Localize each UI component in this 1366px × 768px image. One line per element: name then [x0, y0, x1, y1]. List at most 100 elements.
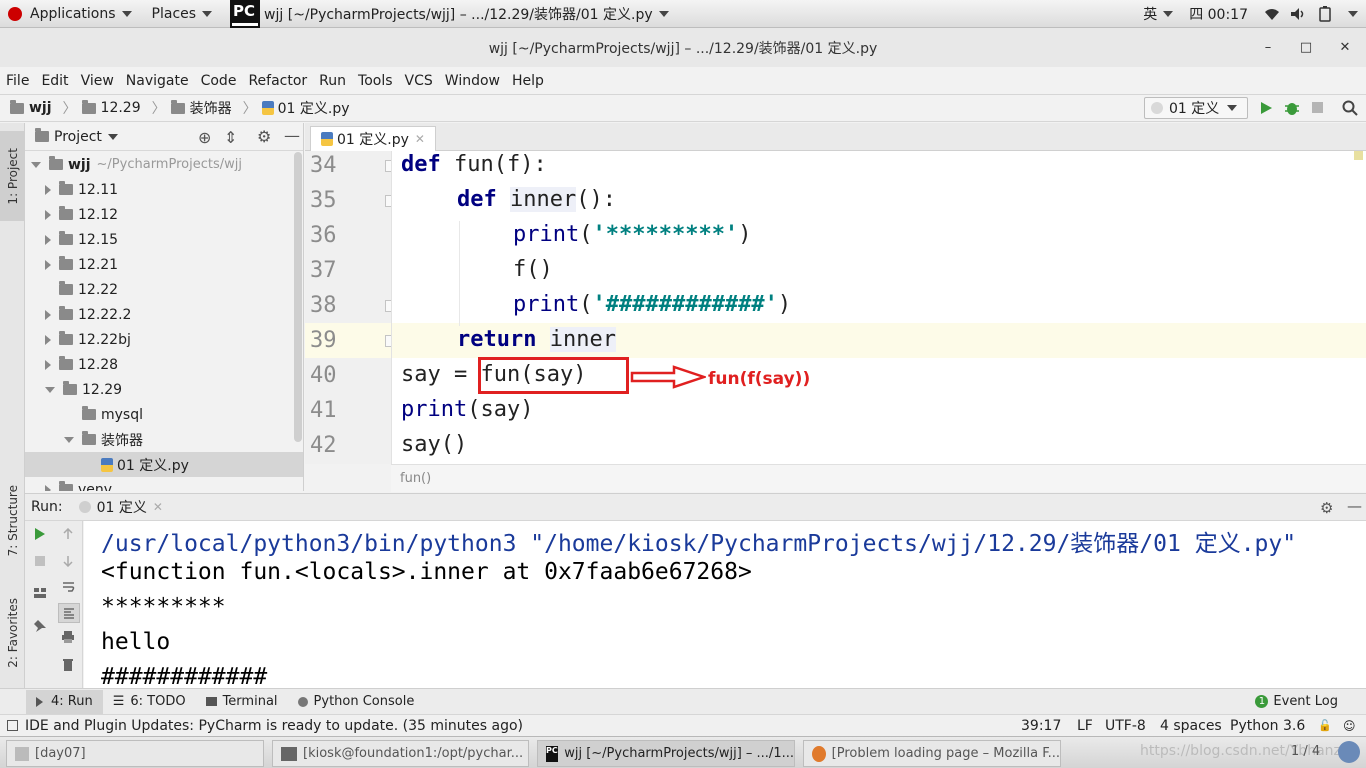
code-breadcrumb[interactable]: fun(): [391, 464, 1366, 492]
menu-window[interactable]: Window: [439, 73, 506, 89]
breadcrumb-folder[interactable]: 12.29: [81, 99, 141, 116]
pin-icon[interactable]: [33, 619, 47, 633]
tree-item[interactable]: 12.15: [45, 227, 118, 252]
close-tab-icon[interactable]: ✕: [415, 132, 425, 146]
menu-navigate[interactable]: Navigate: [120, 73, 195, 89]
python-console-tool-label: Python Console: [313, 694, 415, 709]
tree-item[interactable]: 装饰器: [64, 427, 143, 452]
stop-icon[interactable]: [1311, 101, 1324, 114]
trash-icon[interactable]: [62, 657, 74, 671]
menu-tools[interactable]: Tools: [352, 73, 399, 89]
tree-item[interactable]: 12.22.2: [45, 302, 131, 327]
editor-tab[interactable]: 01 定义.py ✕: [310, 126, 436, 151]
collapse-icon[interactable]: ⇕: [224, 128, 237, 147]
event-log-tool-tab[interactable]: 1 Event Log: [1245, 690, 1348, 714]
terminal-tool-tab[interactable]: Terminal: [196, 690, 288, 714]
expand-arrow-icon: [64, 436, 74, 443]
menu-view[interactable]: View: [75, 73, 120, 89]
line-number: 38: [310, 293, 337, 318]
hide-icon[interactable]: —: [1347, 497, 1362, 515]
favorites-tool-tab[interactable]: 2: Favorites: [0, 583, 25, 683]
line-separator[interactable]: LF: [1077, 718, 1093, 734]
close-button[interactable]: ✕: [1332, 28, 1358, 67]
run-tool-tab[interactable]: 4: Run: [26, 689, 103, 714]
notification-icon[interactable]: [1338, 741, 1360, 763]
input-method[interactable]: 英: [1135, 0, 1181, 28]
scroll-to-end-button[interactable]: [58, 603, 80, 623]
down-arrow-icon[interactable]: [62, 555, 74, 567]
status-message[interactable]: IDE and Plugin Updates: PyCharm is ready…: [25, 718, 523, 734]
clock[interactable]: 四 00:17: [1181, 0, 1256, 28]
menu-help[interactable]: Help: [506, 73, 550, 89]
lock-icon[interactable]: 🔓: [1318, 719, 1332, 732]
tree-item-selected[interactable]: 01 定义.py: [25, 452, 303, 477]
hide-icon[interactable]: —: [284, 126, 300, 145]
tree-item[interactable]: 12.22: [59, 277, 118, 302]
menu-code[interactable]: Code: [195, 73, 243, 89]
tree-root[interactable]: wjj ~/PycharmProjects/wjj: [31, 152, 242, 177]
menu-vcs[interactable]: VCS: [399, 73, 439, 89]
tree-item[interactable]: venv: [45, 477, 112, 491]
tree-item[interactable]: 12.28: [45, 352, 118, 377]
project-view-select[interactable]: Project: [54, 129, 102, 145]
breadcrumb-project[interactable]: wjj: [10, 99, 52, 116]
menu-run[interactable]: Run: [313, 73, 352, 89]
code-editor[interactable]: def fun(f): def inner(): print('********…: [391, 151, 1366, 464]
run-configuration-select[interactable]: 01 定义: [1144, 97, 1248, 119]
project-scrollbar[interactable]: [294, 152, 302, 442]
run-icon[interactable]: [1259, 101, 1273, 115]
debug-icon[interactable]: [1284, 100, 1300, 116]
tree-item[interactable]: 12.11: [45, 177, 118, 202]
breadcrumb-subfolder[interactable]: 装饰器: [170, 98, 232, 118]
tree-item-label: 12.22: [78, 281, 119, 298]
menu-file[interactable]: File: [0, 73, 35, 89]
places-menu[interactable]: Places: [144, 0, 221, 28]
code-line: print('*********'): [513, 222, 751, 247]
print-icon[interactable]: [61, 631, 75, 643]
indent-setting[interactable]: 4 spaces: [1160, 718, 1222, 734]
gear-icon[interactable]: ⚙: [257, 127, 271, 146]
run-console[interactable]: /usr/local/python3/bin/python3 "/home/ki…: [84, 521, 1366, 688]
interpreter-setting[interactable]: Python 3.6: [1230, 718, 1305, 734]
locate-icon[interactable]: ⊕: [198, 128, 211, 147]
taskbar-task[interactable]: [day07]: [6, 740, 264, 767]
search-icon[interactable]: [1342, 100, 1358, 116]
up-arrow-icon[interactable]: [62, 528, 74, 540]
close-tab-icon[interactable]: ✕: [153, 500, 163, 514]
collapsed-arrow-icon: [45, 484, 51, 491]
caret-position[interactable]: 39:17: [1021, 718, 1061, 734]
file-encoding[interactable]: UTF-8: [1105, 718, 1146, 734]
system-menu[interactable]: [1256, 0, 1366, 28]
soft-wrap-icon[interactable]: [62, 581, 76, 593]
taskbar-task[interactable]: [kiosk@foundation1:/opt/pychar...: [272, 740, 529, 767]
gear-icon[interactable]: ⚙: [1320, 499, 1333, 517]
layout-icon[interactable]: [33, 587, 47, 599]
active-window-menu[interactable]: PC wjj [~/PycharmProjects/wjj] – .../12.…: [226, 0, 677, 28]
project-tool-tab[interactable]: 1: Project: [0, 131, 25, 221]
status-toggle-icon[interactable]: [7, 720, 18, 731]
tree-item[interactable]: 12.21: [45, 252, 118, 277]
chevron-down-icon[interactable]: [107, 133, 118, 140]
taskbar-task-active[interactable]: PC wjj [~/PycharmProjects/wjj] – .../1..…: [537, 740, 795, 767]
tree-item[interactable]: mysql: [82, 402, 143, 427]
menu-refactor[interactable]: Refactor: [242, 73, 313, 89]
tree-item[interactable]: 12.22bj: [45, 327, 131, 352]
tree-root-path: ~/PycharmProjects/wjj: [96, 157, 242, 172]
folder-icon: [59, 481, 73, 491]
python-console-tool-tab[interactable]: Python Console: [288, 690, 425, 714]
taskbar-task[interactable]: [Problem loading page – Mozilla F...: [803, 740, 1061, 767]
workspace-indicator[interactable]: 1 / 4: [1291, 744, 1320, 759]
tree-item[interactable]: 12.29: [45, 377, 122, 402]
todo-tool-tab[interactable]: ☰ 6: TODO: [103, 690, 196, 714]
structure-tool-tab[interactable]: 7: Structure: [0, 473, 25, 568]
rerun-icon[interactable]: [34, 528, 46, 540]
maximize-button[interactable]: □: [1293, 28, 1319, 67]
applications-menu[interactable]: Applications: [0, 0, 140, 28]
tree-item[interactable]: 12.12: [45, 202, 118, 227]
run-tab-label[interactable]: 01 定义: [97, 497, 147, 517]
menu-edit[interactable]: Edit: [35, 73, 74, 89]
breadcrumb-file[interactable]: 01 定义.py: [261, 98, 350, 118]
inspector-icon[interactable]: ☺: [1343, 719, 1356, 733]
stop-icon[interactable]: [34, 555, 46, 567]
minimize-button[interactable]: –: [1255, 28, 1281, 67]
